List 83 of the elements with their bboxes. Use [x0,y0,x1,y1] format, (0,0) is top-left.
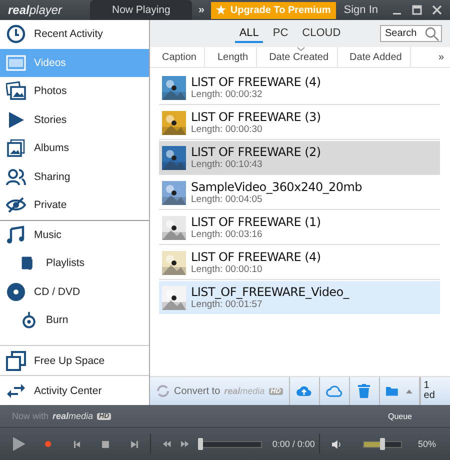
video-length: Length: 00:00:10 [191,264,264,275]
now-playing-tab[interactable]: Now Playing [90,0,192,20]
volume-slider[interactable] [362,440,402,448]
close-icon[interactable] [432,5,442,15]
sidebar-item[interactable]: CD / DVD [0,278,149,306]
sort-caret-icon [297,47,306,51]
sidebar-item[interactable]: Private [0,191,149,220]
caret-up-icon [406,388,413,394]
hidden-eye-icon [6,195,26,216]
album-icon [6,138,26,158]
sidebar-item[interactable]: Playlists [0,249,149,278]
trash-icon [358,384,370,398]
video-title: LIST OF FREEWARE (3) [191,110,321,124]
realmedia-logo: realmedia [52,411,94,421]
column-header[interactable]: Date Added [338,47,411,67]
people-icon [6,166,26,187]
column-header[interactable]: Length [205,47,258,67]
cloud-upload-icon [296,384,312,398]
sidebar-item[interactable]: Burn [0,306,149,334]
video-item[interactable]: LIST OF FREEWARE (4) Length: 00:00:10 [159,246,440,280]
search-icon[interactable] [425,27,439,41]
promo-text: Now with [12,411,49,421]
app-logo: realplayer [8,3,64,17]
sidebar-item[interactable]: Photos [0,77,149,106]
star-icon [216,5,226,15]
cut-off-text: ed [424,391,435,401]
fast-forward-button[interactable] [180,440,189,448]
video-title: LIST OF FREEWARE (1) [191,215,321,229]
clock-icon [6,24,26,44]
record-button[interactable] [45,440,52,448]
sign-in-link[interactable]: Sign In [344,4,378,16]
video-title: LIST OF FREEWARE (4) [191,75,321,89]
stop-button[interactable] [102,440,110,448]
next-button[interactable] [131,440,138,448]
video-item[interactable]: SampleVideo_360x240_20mb Length: 00:04:05 [159,176,440,210]
filter-tab[interactable]: CLOUD [298,24,345,42]
video-length: Length: 00:00:30 [191,124,264,135]
play-button[interactable] [13,435,26,453]
photos-icon [6,81,26,102]
seek-slider[interactable] [198,440,262,448]
video-length: Length: 00:10:43 [191,159,264,170]
sidebar-item[interactable]: Sharing [0,162,149,191]
filter-tab[interactable]: ALL [235,24,263,42]
filter-tab[interactable]: PC [268,24,292,42]
film-icon [6,52,26,73]
sidebar-item[interactable]: Free Up Space [0,345,149,375]
cloud-icon [326,384,343,398]
video-title: SampleVideo_360x240_20mb [191,180,362,194]
queue-button[interactable]: Queue [388,412,412,420]
video-item[interactable]: LIST OF FREEWARE (4) Length: 00:00:32 [159,71,440,105]
folder-icon [386,385,398,397]
video-length: Length: 00:03:16 [191,229,264,240]
video-length: Length: 00:00:32 [191,89,264,100]
sidebar-item[interactable]: Recent Activity [0,20,149,48]
previous-button[interactable] [74,440,80,448]
volume-reading: 50% [418,439,436,449]
music-note-icon [6,224,26,245]
video-length: Length: 00:01:57 [191,299,264,310]
convert-icon [156,384,170,398]
sidebar-item[interactable]: Albums [0,134,149,162]
squares-icon [6,350,26,370]
column-header[interactable]: Caption [150,47,206,67]
video-item[interactable]: LIST OF FREEWARE (2) Length: 00:10:43 [159,141,440,175]
rewind-button[interactable] [163,440,171,448]
time-display: 0:00 / 0:00 [272,439,315,449]
video-item[interactable]: LIST OF FREEWARE (1) Length: 00:03:16 [159,211,440,245]
play-icon [6,110,26,130]
video-title: LIST OF FREEWARE (2) [191,145,321,159]
video-length: Length: 00:04:05 [191,194,264,205]
search-field[interactable]: Search [380,25,442,42]
more-columns[interactable]: » [438,52,444,62]
column-header[interactable]: Date Created [257,47,338,67]
video-title: LIST_OF_FREEWARE_Video_ [191,285,349,299]
sidebar-item[interactable]: Stories [0,106,149,134]
video-item[interactable]: LIST_OF_FREEWARE_Video_ Length: 00:01:57 [159,281,440,314]
sidebar-item[interactable]: Music [0,220,149,249]
video-item[interactable]: LIST OF FREEWARE (3) Length: 00:00:30 [159,106,440,140]
disc-icon [6,282,26,302]
volume-icon[interactable] [332,438,341,450]
maximize-icon[interactable] [412,5,422,15]
video-title: LIST OF FREEWARE (4) [191,250,321,264]
cut-off-text: 1 [424,381,430,391]
more-tabs[interactable]: » [198,4,204,16]
